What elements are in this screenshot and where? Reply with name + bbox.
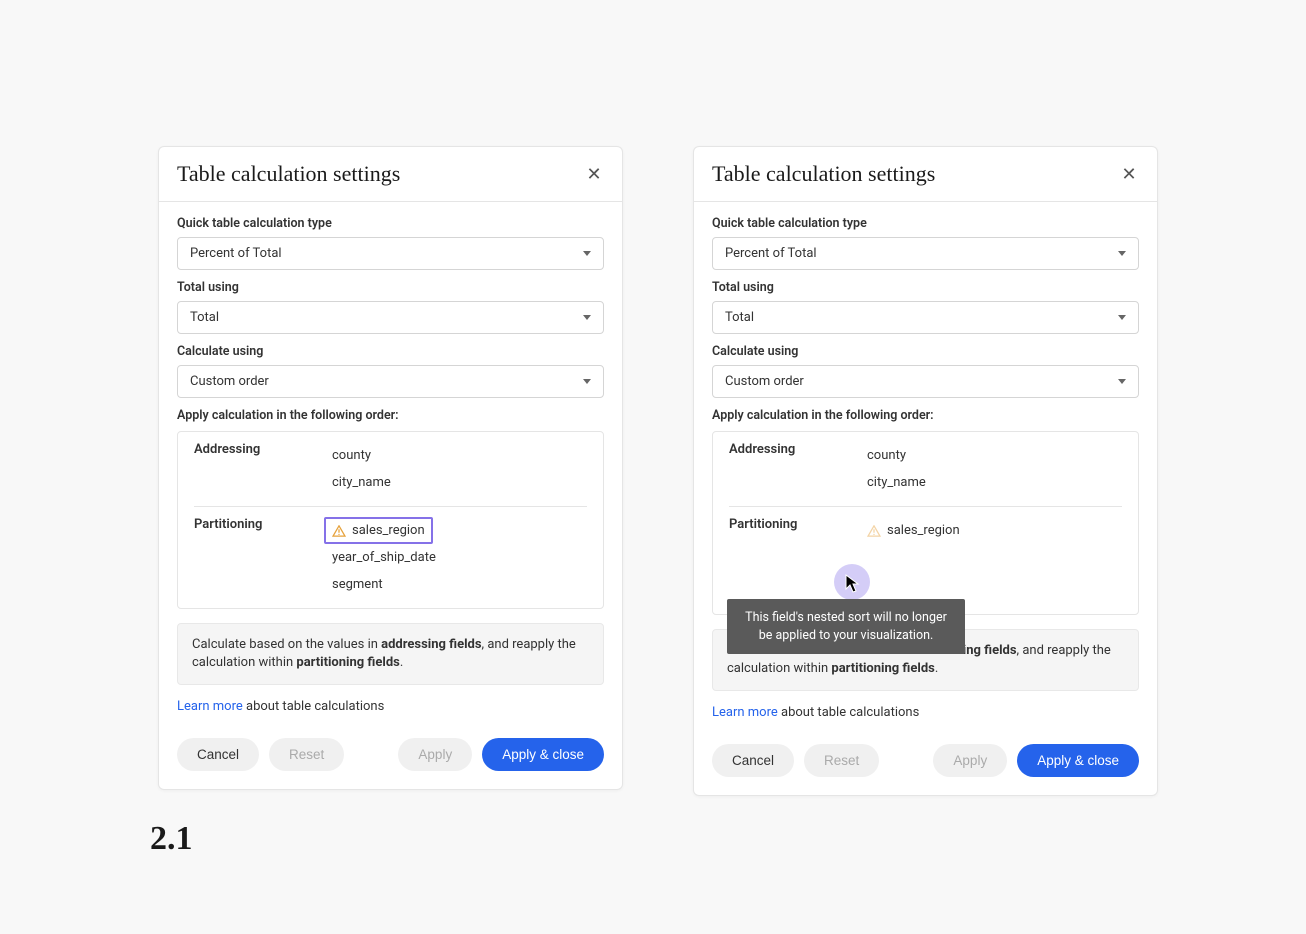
version-label: 2.1 [150,820,193,858]
chevron-down-icon [1118,379,1126,384]
dialog-footer: Cancel Reset Apply Apply & close [694,728,1157,795]
addressing-item[interactable]: city_name [859,469,1122,496]
reset-button[interactable]: Reset [804,744,879,777]
chevron-down-icon [1118,315,1126,320]
apply-close-button[interactable]: Apply & close [482,738,604,771]
dialog-table-calc-left: Table calculation settings ✕ Quick table… [158,146,623,790]
learn-more-row: Learn more about table calculations [712,705,1139,720]
addressing-item[interactable]: county [859,442,1122,469]
total-using-value: Total [725,310,754,325]
partitioning-item[interactable]: year_of_ship_date [324,544,587,571]
total-using-value: Total [190,310,219,325]
total-using-select[interactable]: Total [177,301,604,334]
calculate-using-label: Calculate using [712,344,1139,359]
calculate-using-value: Custom order [190,374,269,389]
learn-more-link[interactable]: Learn more [177,699,243,714]
apply-button[interactable]: Apply [398,738,472,771]
calculate-using-select[interactable]: Custom order [177,365,604,398]
cancel-button[interactable]: Cancel [712,744,794,777]
dialog-title: Table calculation settings [712,161,935,187]
calculate-using-select[interactable]: Custom order [712,365,1139,398]
warning-icon [867,525,881,537]
partitioning-item[interactable]: sales_region [859,517,1122,544]
quick-calc-select[interactable]: Percent of Total [712,237,1139,270]
chevron-down-icon [583,315,591,320]
learn-more-link[interactable]: Learn more [712,705,778,720]
partitioning-item-highlighted[interactable]: sales_region [324,517,433,544]
partitioning-label: Partitioning [194,517,324,598]
dialog-header: Table calculation settings ✕ [694,147,1157,202]
order-box: Addressing county city_name Partitioning… [712,431,1139,615]
total-using-label: Total using [177,280,604,295]
dialog-title: Table calculation settings [177,161,400,187]
apply-order-label: Apply calculation in the following order… [177,408,604,423]
partitioning-item-label: sales_region [352,523,425,538]
cursor-icon [845,574,861,594]
apply-order-label: Apply calculation in the following order… [712,408,1139,423]
addressing-item[interactable]: county [324,442,587,469]
addressing-item[interactable]: city_name [324,469,587,496]
chevron-down-icon [1118,251,1126,256]
dialog-header: Table calculation settings ✕ [159,147,622,202]
addressing-label: Addressing [194,442,324,496]
learn-more-row: Learn more about table calculations [177,699,604,714]
quick-calc-value: Percent of Total [725,246,817,261]
cancel-button[interactable]: Cancel [177,738,259,771]
quick-calc-label: Quick table calculation type [177,216,604,231]
close-icon[interactable]: ✕ [1119,164,1139,185]
dialog-table-calc-right: Table calculation settings ✕ Quick table… [693,146,1158,796]
addressing-label: Addressing [729,442,859,496]
dialog-footer: Cancel Reset Apply Apply & close [159,722,622,789]
learn-more-suffix: about table calculations [778,705,920,720]
partitioning-item[interactable]: segment [324,571,587,598]
calculate-using-label: Calculate using [177,344,604,359]
chevron-down-icon [583,379,591,384]
apply-button[interactable]: Apply [933,744,1007,777]
quick-calc-label: Quick table calculation type [712,216,1139,231]
total-using-label: Total using [712,280,1139,295]
quick-calc-value: Percent of Total [190,246,282,261]
quick-calc-select[interactable]: Percent of Total [177,237,604,270]
calculate-using-value: Custom order [725,374,804,389]
total-using-select[interactable]: Total [712,301,1139,334]
apply-close-button[interactable]: Apply & close [1017,744,1139,777]
learn-more-suffix: about table calculations [243,699,385,714]
warning-icon [332,525,346,537]
divider [729,506,1122,507]
hover-indicator [834,564,870,600]
partitioning-item-label: sales_region [887,523,960,538]
chevron-down-icon [583,251,591,256]
tooltip: This field's nested sort will no longer … [727,599,965,654]
close-icon[interactable]: ✕ [584,164,604,185]
reset-button[interactable]: Reset [269,738,344,771]
divider [194,506,587,507]
order-box: Addressing county city_name Partitioning… [177,431,604,609]
info-box: Calculate based on the values in address… [177,623,604,685]
